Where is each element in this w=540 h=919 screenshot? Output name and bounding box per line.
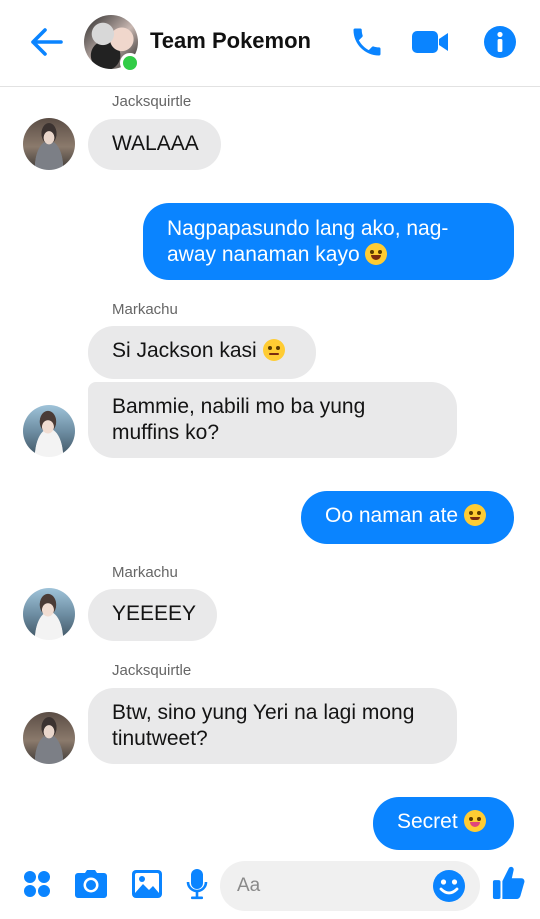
- sender-name: Markachu: [112, 301, 178, 318]
- message-bubble[interactable]: Si Jackson kasi: [88, 326, 316, 379]
- apps-icon: [24, 871, 50, 897]
- video-camera-icon: [412, 31, 448, 53]
- avatar[interactable]: [23, 118, 75, 170]
- sender-name: Markachu: [112, 564, 178, 581]
- eye-roll-emoji-icon: [262, 339, 285, 361]
- message-bubble[interactable]: Oo naman ate: [301, 491, 514, 544]
- sender-name: Jacksquirtle: [112, 662, 192, 679]
- message-bubble[interactable]: WALAAA: [88, 119, 221, 170]
- call-button[interactable]: [347, 22, 387, 62]
- arrow-left-icon: [31, 28, 63, 56]
- thumbs-up-icon: [492, 866, 525, 900]
- microphone-icon: [186, 869, 208, 900]
- emoji-icon: [433, 870, 465, 902]
- video-call-button[interactable]: [410, 22, 450, 62]
- wink-emoji-icon: [463, 504, 486, 526]
- message-text: WALAAA: [112, 132, 199, 155]
- info-button[interactable]: [480, 22, 520, 62]
- apps-button[interactable]: [20, 867, 54, 901]
- message-text: YEEEEY: [112, 602, 197, 625]
- info-icon: [484, 26, 516, 58]
- message-text: Oo naman ate: [325, 504, 459, 527]
- message-bubble[interactable]: Bammie, nabili mo ba yung muffins ko?: [88, 382, 457, 458]
- camera-button[interactable]: [74, 867, 108, 901]
- chat-title[interactable]: Team Pokemon: [150, 28, 311, 54]
- phone-icon: [353, 28, 381, 56]
- message-bubble[interactable]: Secret: [373, 797, 514, 850]
- gallery-button[interactable]: [130, 867, 164, 901]
- message-text: Si Jackson kasi: [112, 339, 257, 362]
- gallery-icon: [132, 870, 162, 898]
- message-bubble[interactable]: Btw, sino yung Yeri na lagi mong tinutwe…: [88, 688, 457, 764]
- voice-button[interactable]: [180, 867, 214, 901]
- emoji-button[interactable]: [432, 869, 466, 903]
- message-text: Nagpapasundo lang ako, nag-away nanaman …: [167, 217, 449, 266]
- online-status-indicator: [120, 53, 140, 73]
- message-bubble[interactable]: Nagpapasundo lang ako, nag-away nanaman …: [143, 203, 514, 280]
- message-text: Btw, sino yung Yeri na lagi mong tinutwe…: [112, 701, 415, 750]
- like-button[interactable]: [492, 866, 526, 900]
- camera-icon: [75, 870, 107, 898]
- avatar[interactable]: [23, 405, 75, 457]
- avatar[interactable]: [23, 712, 75, 764]
- message-bubble[interactable]: YEEEEY: [88, 589, 217, 641]
- laughing-emoji-icon: [365, 243, 388, 265]
- sender-name: Jacksquirtle: [112, 93, 192, 110]
- tongue-out-emoji-icon: [463, 810, 486, 832]
- avatar[interactable]: [23, 588, 75, 640]
- message-text: Secret: [397, 810, 458, 833]
- message-text: Bammie, nabili mo ba yung muffins ko?: [112, 395, 366, 444]
- back-button[interactable]: [26, 24, 66, 60]
